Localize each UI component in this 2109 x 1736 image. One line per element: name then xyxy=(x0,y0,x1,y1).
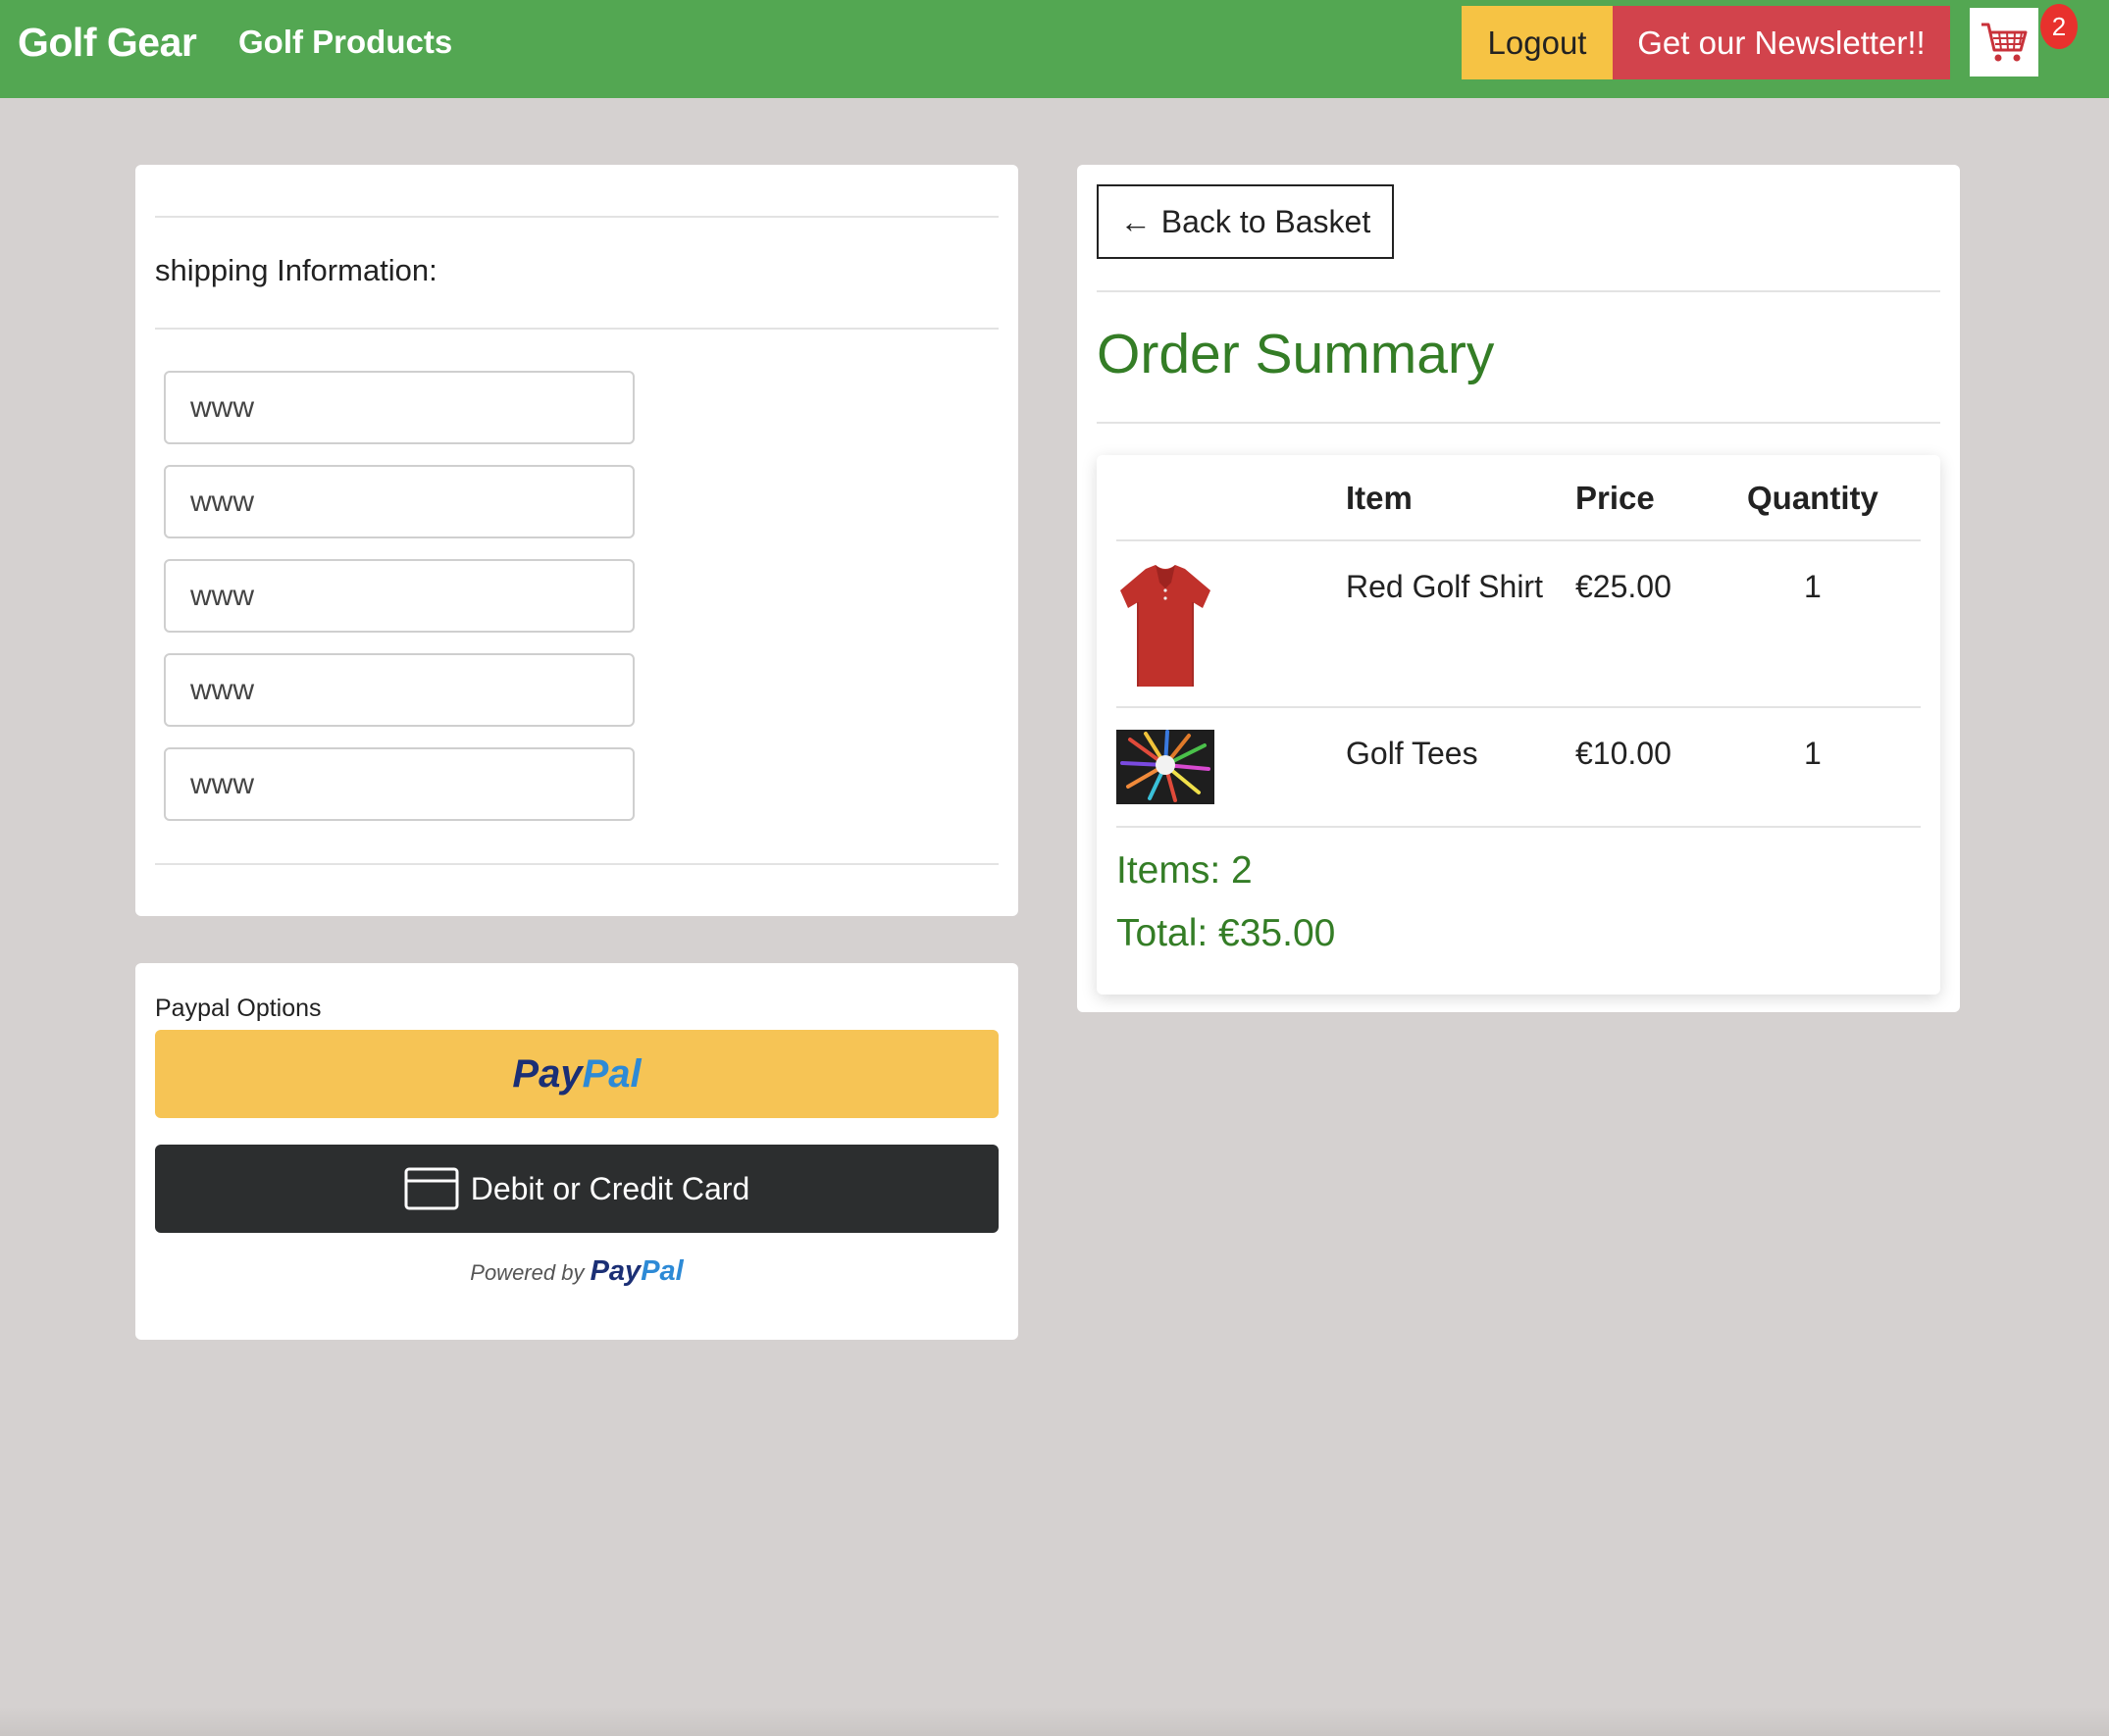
paypal-options-label: Paypal Options xyxy=(155,995,322,1022)
order-summary-title: Order Summary xyxy=(1097,323,1495,385)
paypal-button[interactable]: Pay Pal xyxy=(155,1030,999,1118)
items-count: Items: 2 xyxy=(1116,849,1253,892)
order-table: Item Price Quantity Red Golf Shirt €25.0… xyxy=(1097,455,1940,995)
golf-tees-image xyxy=(1116,730,1214,804)
debit-credit-card-button[interactable]: Debit or Credit Card xyxy=(155,1145,999,1233)
row-item-quantity: 1 xyxy=(1804,736,1822,771)
back-to-basket-label: Back to Basket xyxy=(1160,203,1371,239)
credit-card-icon xyxy=(404,1167,459,1210)
shipping-field-2[interactable] xyxy=(164,465,635,538)
header-item: Item xyxy=(1346,480,1413,516)
row-item-quantity: 1 xyxy=(1804,569,1822,604)
row-item-price: €10.00 xyxy=(1575,736,1672,771)
row-item-price: €25.00 xyxy=(1575,569,1672,604)
divider xyxy=(1097,290,1940,292)
divider xyxy=(1097,422,1940,424)
shipping-field-3[interactable] xyxy=(164,559,635,633)
header-quantity: Quantity xyxy=(1747,480,1878,516)
shipping-card: shipping Information: xyxy=(135,165,1018,916)
divider xyxy=(155,863,999,865)
order-total: Total: €35.00 xyxy=(1116,912,1336,954)
top-navbar: Golf Gear Golf Products Logout Get our N… xyxy=(0,0,2109,98)
row-divider xyxy=(1116,706,1921,708)
cart-button[interactable] xyxy=(1970,8,2038,77)
paypal-card: Paypal Options Pay Pal Debit or Credit Ca… xyxy=(135,963,1018,1340)
shipping-field-4[interactable] xyxy=(164,653,635,727)
debit-credit-card-label: Debit or Credit Card xyxy=(470,1170,750,1206)
cart-count-badge: 2 xyxy=(2040,4,2078,49)
paypal-logo-pal: Pal xyxy=(582,1051,642,1096)
shipping-field-1[interactable] xyxy=(164,371,635,444)
row-divider xyxy=(1116,539,1921,541)
header-price: Price xyxy=(1575,480,1655,516)
newsletter-button[interactable]: Get our Newsletter!! xyxy=(1613,6,1950,79)
shipping-title: shipping Information: xyxy=(155,253,437,287)
brand-logo[interactable]: Golf Gear xyxy=(18,20,197,66)
page-bottom-edge xyxy=(0,1707,2109,1736)
row-item-name: Golf Tees xyxy=(1346,736,1478,771)
divider xyxy=(155,216,999,218)
back-to-basket-button[interactable]: ← Back to Basket xyxy=(1097,184,1394,259)
powered-logo-pay: Pay xyxy=(590,1255,642,1287)
powered-logo-pal: Pal xyxy=(641,1255,684,1287)
row-divider xyxy=(1116,826,1921,828)
shopping-cart-icon xyxy=(1981,23,2028,62)
divider xyxy=(155,328,999,330)
row-item-name: Red Golf Shirt xyxy=(1346,569,1543,604)
powered-by-paypal: Powered by PayPal xyxy=(135,1255,1018,1288)
powered-by-text: Powered by xyxy=(470,1260,585,1285)
nav-link-golf-products[interactable]: Golf Products xyxy=(238,24,452,61)
arrow-left-icon: ← xyxy=(1119,203,1152,239)
logout-button[interactable]: Logout xyxy=(1462,6,1613,79)
order-summary-card: ← Back to Basket Order Summary Item Pric… xyxy=(1077,165,1960,1012)
shipping-field-5[interactable] xyxy=(164,747,635,821)
red-golf-shirt-image xyxy=(1116,561,1214,690)
paypal-logo-pay: Pay xyxy=(512,1051,583,1096)
